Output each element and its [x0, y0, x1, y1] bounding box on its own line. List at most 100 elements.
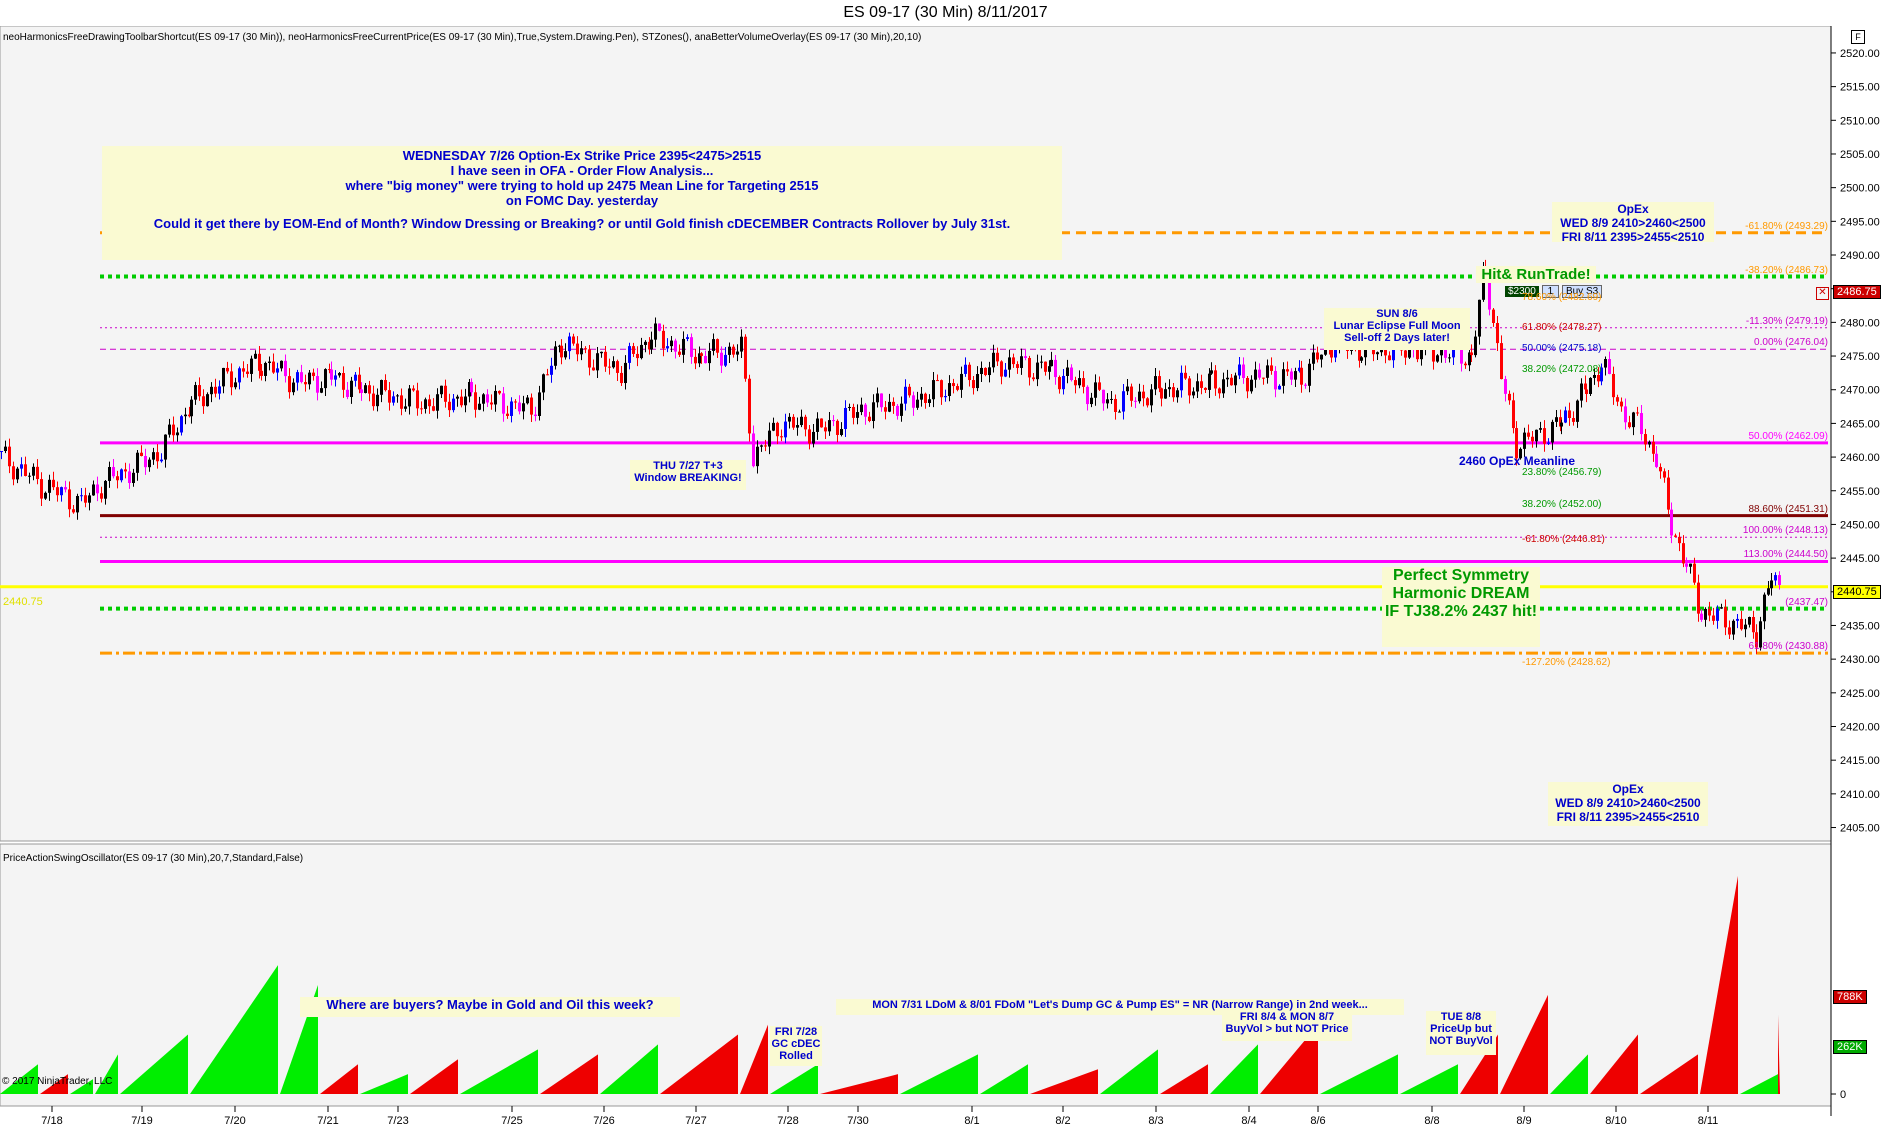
thu-note: THU 7/27 T+3 Window BREAKING! — [630, 460, 746, 490]
candle-body — [756, 446, 759, 467]
candle-body — [1736, 618, 1739, 621]
x-tick-label: 8/8 — [1424, 1115, 1439, 1127]
y-tick-label: 2455.00 — [1840, 486, 1880, 498]
candle-body — [1770, 580, 1773, 589]
y-tick-label: 2465.00 — [1840, 418, 1880, 430]
candle-body — [1763, 594, 1766, 622]
candle-body — [1158, 376, 1161, 389]
y-tick-label: 2500.00 — [1840, 183, 1880, 195]
chart-frame: 2520.00 2515.00 2510.00 2505.00 2500.00 2495.… — [0, 26, 1891, 1134]
fri84-note: FRI 8/4 & MON 8/7 BuyVol > but NOT Price — [1222, 1011, 1352, 1041]
tue88-note: TUE 8/8 PriceUp but NOT BuyVol — [1426, 1011, 1496, 1055]
symmetry-line: Perfect Symmetry — [1392, 567, 1530, 584]
candle-body — [1360, 357, 1363, 361]
candle-body — [654, 323, 657, 340]
candle-body — [584, 348, 587, 350]
candle-body — [60, 487, 63, 496]
candle-body — [616, 361, 619, 373]
candle-body — [1512, 400, 1515, 429]
candle-body — [956, 386, 959, 390]
candle-body — [1074, 380, 1077, 386]
y-tick-label: 2435.00 — [1840, 620, 1880, 632]
candle-body — [264, 362, 267, 376]
x-tick-label: 7/23 — [387, 1115, 408, 1127]
candle-body — [498, 390, 501, 394]
candle-body — [1012, 357, 1015, 365]
tue88-line: NOT BuyVol — [1429, 1035, 1493, 1047]
hit-run-note: Hit& RunTrade! — [1476, 266, 1596, 283]
opex-line: OpEx — [1612, 782, 1644, 796]
fib-mid-label: 38.20% (2452.00) — [1522, 498, 1602, 510]
buyers-note: Where are buyers? Maybe in Gold and Oil … — [300, 997, 680, 1017]
candle-body — [428, 399, 431, 407]
opex-line: WED 8/9 2410>2460<2500 — [1555, 796, 1701, 810]
candle-body — [460, 396, 463, 406]
candle-body — [1226, 377, 1229, 380]
candle-body — [1504, 379, 1507, 394]
candle-body — [1543, 428, 1546, 444]
candle-body — [48, 479, 51, 493]
candle-body — [8, 446, 11, 467]
candle-body — [1531, 436, 1534, 442]
candle-body — [1523, 432, 1526, 449]
candle-body — [776, 422, 779, 437]
candle-body — [1535, 429, 1538, 442]
candle-body — [1254, 369, 1257, 380]
candle-body — [392, 396, 395, 403]
x-tick-label: 8/4 — [1241, 1115, 1256, 1127]
candle-body — [32, 466, 35, 476]
candle-body — [1180, 372, 1183, 391]
fib-mid-label: -127.20% (2428.62) — [1522, 656, 1611, 668]
candle-body — [1082, 378, 1085, 387]
x-tick-label: 7/19 — [131, 1115, 152, 1127]
fri84-line: BuyVol > but NOT Price — [1225, 1023, 1349, 1035]
candle-body — [384, 380, 387, 391]
candle-body — [1612, 373, 1615, 398]
candle-body — [334, 375, 337, 380]
fib-right-label: -11.30% (2479.19) — [1745, 315, 1828, 327]
candle-body — [20, 464, 23, 469]
candle-body — [1700, 613, 1703, 620]
candle-body — [1448, 357, 1451, 359]
candle-body — [176, 432, 179, 436]
candle-body — [980, 367, 983, 375]
candle-body — [184, 414, 187, 417]
candle-body — [108, 467, 111, 481]
panel-toggle-icon[interactable]: F — [1851, 30, 1865, 44]
candle-body — [864, 404, 867, 417]
candle-body — [868, 416, 871, 422]
candle-body — [1290, 371, 1293, 380]
candle-body — [792, 416, 795, 428]
candle-body — [740, 336, 743, 352]
last-price-tag: 2440.75 — [1833, 585, 1881, 599]
candle-body — [1704, 608, 1707, 620]
candle-body — [1048, 366, 1051, 372]
candle-body — [470, 381, 473, 393]
candle-body — [924, 393, 927, 403]
candle-body — [388, 390, 391, 403]
candle-body — [372, 393, 375, 407]
close-order-icon[interactable]: ✕ — [1816, 287, 1829, 300]
candle-body — [1110, 398, 1113, 400]
candle-body — [1286, 369, 1289, 372]
candle-body — [1539, 428, 1542, 430]
candle-body — [464, 396, 467, 406]
candle-body — [230, 371, 233, 388]
candle-body — [474, 392, 477, 410]
candle-body — [1222, 379, 1225, 394]
price-indicator-line: neoHarmonicsFreeDrawingToolbarShortcut(E… — [3, 32, 922, 43]
candle-body — [364, 385, 367, 393]
y-tick-label: 2520.00 — [1840, 48, 1880, 60]
candle-body — [546, 374, 549, 376]
candle-body — [338, 373, 341, 376]
tue88-line: TUE 8/8 — [1440, 1011, 1482, 1023]
opex-line: OpEx — [1617, 202, 1649, 216]
candle-body — [1168, 387, 1171, 390]
candle-body — [1090, 397, 1093, 405]
candle-body — [128, 471, 131, 484]
candle-body — [1547, 442, 1550, 444]
candle-body — [848, 406, 851, 408]
candle-body — [694, 356, 697, 364]
wednesday-line: Could it get there by EOM-End of Month? … — [153, 216, 1011, 231]
candle-body — [1697, 582, 1700, 614]
